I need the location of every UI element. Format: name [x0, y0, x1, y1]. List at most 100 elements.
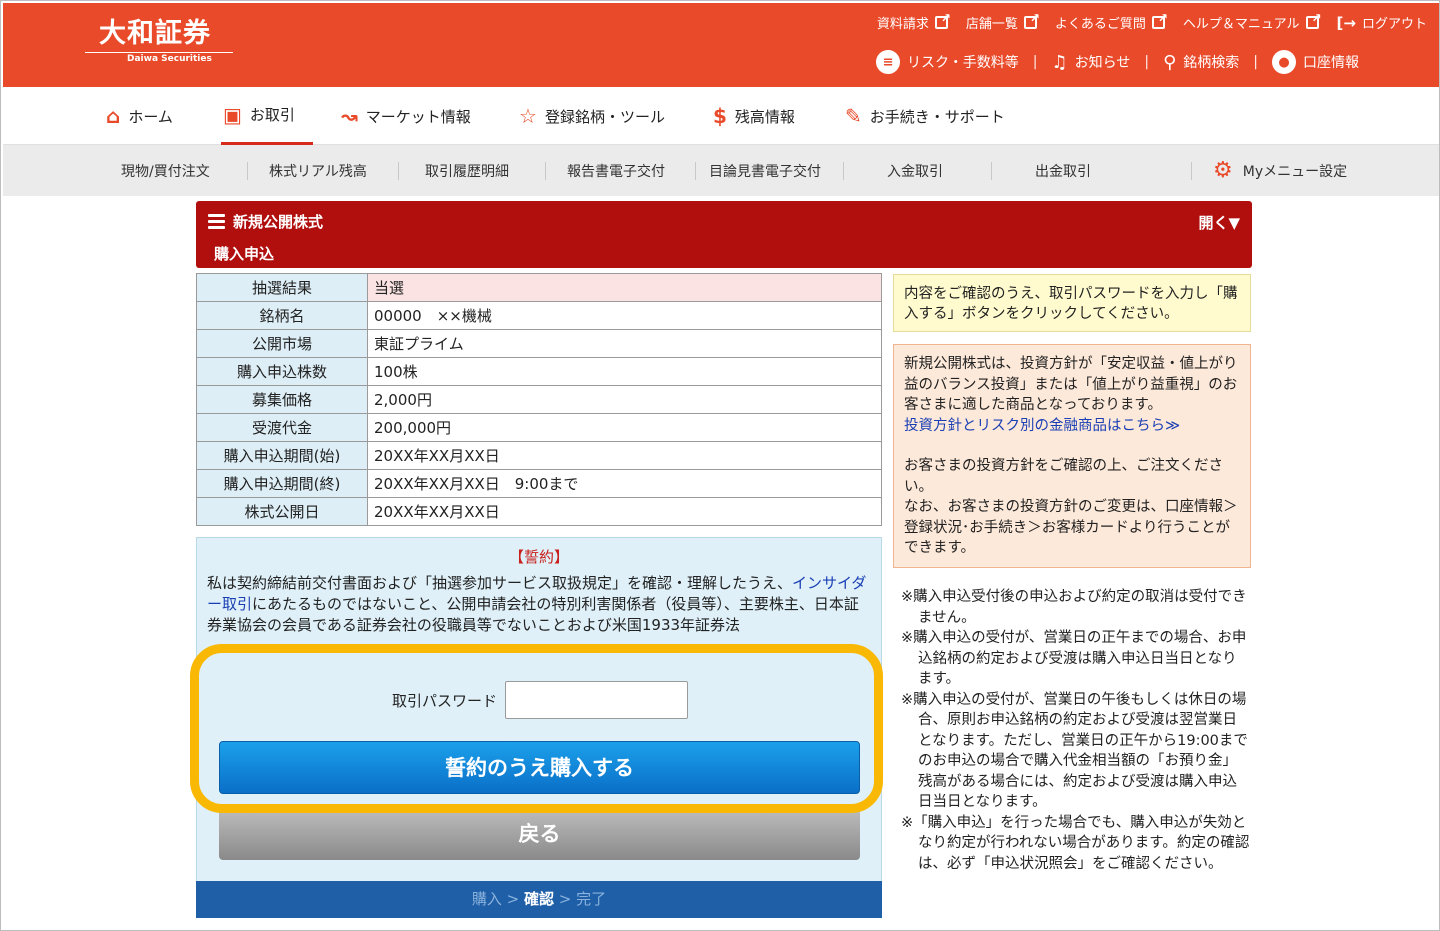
link-document-request[interactable]: 資料請求 — [876, 11, 951, 32]
document-icon: ≡ — [876, 50, 901, 74]
consent-title: 【誓約】 — [508, 548, 569, 566]
info-row: 購入申込期間(終) 20XX年XX月XX日 9:00まで — [196, 469, 882, 498]
info-label: 購入申込株数 — [196, 357, 368, 386]
top-links: 資料請求 店舗一覧 よくあるご質問 ヘルプ＆マニュアル [→ ログアウト — [876, 11, 1427, 33]
external-link-icon — [1023, 11, 1040, 29]
section-title[interactable]: 新規公開株式 — [208, 211, 323, 232]
logout-button[interactable]: [→ ログアウト — [1337, 13, 1427, 33]
back-button[interactable]: 戻る — [219, 808, 860, 860]
my-menu-settings[interactable]: ⚙ Myメニュー設定 — [1213, 145, 1347, 196]
divider — [398, 162, 399, 180]
nav-label: ホーム — [128, 107, 173, 126]
info-label: 抽選結果 — [196, 273, 368, 302]
password-label: 取引パスワード — [391, 691, 497, 710]
divider — [247, 162, 248, 180]
nav-trading[interactable]: ▣ お取引 — [221, 87, 313, 145]
subnav-label: 取引履歴明細 — [425, 163, 509, 180]
divider: | — [1032, 54, 1038, 70]
subnav-report-delivery[interactable]: 報告書電子交付 — [567, 145, 665, 196]
nav-label: お手続き・サポート — [869, 107, 1005, 126]
consent-text-a: 私は契約締結前交付書面および「抽選参加サービス取扱規定」を確認・理解したうえ、 — [207, 574, 793, 592]
nav-registered-tools[interactable]: ☆ 登録銘柄・ツール — [519, 87, 665, 145]
nav-label: マーケット情報 — [365, 107, 471, 126]
step-separator: > — [501, 890, 524, 908]
divider — [545, 162, 546, 180]
info-value: 20XX年XX月XX日 — [367, 497, 882, 526]
header: 大和証券 Daiwa Securities 資料請求 店舗一覧 よくあるご質問 … — [3, 3, 1439, 87]
logo-sub-text: Daiwa Securities — [127, 54, 212, 64]
nav-market-info[interactable]: ↝ マーケット情報 — [341, 87, 471, 145]
step-purchase: 購入 — [471, 890, 502, 908]
section-title-text: 新規公開株式 — [233, 213, 324, 231]
password-input[interactable] — [505, 681, 688, 719]
nav-home[interactable]: ⌂ ホーム — [106, 87, 173, 145]
nav-label: お取引 — [249, 106, 295, 124]
info-label: 募集価格 — [196, 385, 368, 414]
header-second-links: ≡ リスク・手数料等 | ♫ お知らせ | ⚲ 銘柄検索 | ● 口座情報 — [876, 50, 1359, 74]
caution-item: ※購入申込の受付が、営業日の正午までの場合、お申込銘柄の約定および受渡は購入申込… — [901, 630, 1247, 687]
link-help-manual[interactable]: ヘルプ＆マニュアル — [1183, 11, 1322, 32]
logout-label: ログアウト — [1361, 17, 1427, 32]
divider: | — [1253, 54, 1258, 70]
info-label: 公開市場 — [196, 329, 368, 358]
expand-toggle[interactable]: 開く▼ — [1198, 212, 1240, 233]
subnav-prospectus-delivery[interactable]: 目論見書電子交付 — [709, 145, 821, 196]
info-value: 20XX年XX月XX日 — [367, 441, 882, 470]
consent-panel: 【誓約】 私は契約締結前交付書面および「抽選参加サービス取扱規定」を確認・理解し… — [196, 537, 882, 882]
link-branch-list[interactable]: 店舗一覧 — [966, 11, 1040, 32]
gear-icon: ⚙ — [1213, 158, 1233, 183]
subnav-stock-balance[interactable]: 株式リアル残高 — [269, 145, 367, 196]
logo[interactable]: 大和証券 Daiwa Securities — [85, 17, 235, 64]
link-faq[interactable]: よくあるご質問 — [1054, 11, 1168, 32]
policy-change-text: なお、お客さまの投資方針のご変更は、口座情報＞登録状況･お手続き＞お客様カードよ… — [904, 499, 1238, 556]
caution-item: ※「購入申込」を行った場合でも、購入申込が失効となり約定が行われない場合がありま… — [901, 814, 1250, 872]
nav-balance[interactable]: $ 残高情報 — [713, 87, 795, 145]
divider: | — [1144, 54, 1150, 70]
dollar-icon: $ — [713, 104, 727, 128]
subnav-withdrawal[interactable]: 出金取引 — [1035, 145, 1091, 196]
info-value: 2,000円 — [367, 385, 882, 414]
info-row: 購入申込期間(始) 20XX年XX月XX日 — [196, 441, 882, 470]
nav-procedures-support[interactable]: ✎ お手続き・サポート — [845, 87, 1005, 145]
investment-policy-note: 新規公開株式は、投資方針が「安定収益・値上がり益のバランス投資」または「値上がり… — [893, 344, 1251, 568]
info-row: 募集価格 2,000円 — [196, 385, 882, 414]
section-subtitle: 購入申込 — [214, 245, 275, 263]
risk-products-link[interactable]: 投資方針とリスク別の金融商品はこちら≫ — [904, 416, 1240, 437]
bell-icon: ♫ — [1051, 51, 1068, 73]
confirm-purchase-button[interactable]: 誓約のうえ購入する — [219, 741, 860, 794]
link-label: リスク・手数料等 — [907, 55, 1019, 71]
subnav-label: 現物/買付注文 — [121, 163, 210, 180]
sub-nav: 現物/買付注文 株式リアル残高 取引履歴明細 報告書電子交付 目論見書電子交付 … — [3, 145, 1439, 196]
external-link-icon — [1305, 11, 1322, 29]
subnav-trade-history[interactable]: 取引履歴明細 — [425, 145, 509, 196]
info-row: 公開市場 東証プライム — [196, 329, 882, 358]
subnav-label: 目論見書電子交付 — [709, 163, 821, 180]
progress-steps: 購入 > 確認 > 完了 — [196, 881, 882, 918]
link-risk-fees[interactable]: ≡ リスク・手数料等 — [876, 50, 1019, 74]
info-row: 株式公開日 20XX年XX月XX日 — [196, 497, 882, 526]
link-account-info[interactable]: ● 口座情報 — [1272, 50, 1359, 74]
policy-text: 新規公開株式は、投資方針が「安定収益・値上がり益のバランス投資」または「値上がり… — [904, 356, 1238, 413]
ipo-info-table: 抽選結果 当選 銘柄名 00000 ××機械 公開市場 東証プライム 購入申込株数 100株募… — [196, 273, 882, 526]
divider — [843, 162, 844, 180]
step-complete: 完了 — [576, 890, 607, 908]
link-label: 銘柄検索 — [1183, 55, 1240, 71]
subnav-deposit[interactable]: 入金取引 — [887, 145, 943, 196]
consent-text-b: にあたるものではないこと、公開申請会社の特別利害関係者（役員等）、主要株主、日本… — [207, 595, 859, 634]
trade-icon: ▣ — [223, 102, 242, 127]
main-nav: ⌂ ホーム ▣ お取引 ↝ マーケット情報 ☆ 登録銘柄・ツール $ 残高情報 ✎ お手続き… — [3, 87, 1439, 145]
step-confirm: 確認 — [523, 890, 554, 908]
subnav-spot-order[interactable]: 現物/買付注文 — [121, 145, 210, 196]
link-label: 資料請求 — [876, 17, 929, 32]
user-icon: ● — [1272, 50, 1296, 74]
link-notice[interactable]: ♫ お知らせ — [1052, 52, 1131, 73]
link-stock-search[interactable]: ⚲ 銘柄検索 — [1163, 52, 1239, 73]
chart-icon: ↝ — [341, 104, 358, 128]
pen-icon: ✎ — [845, 104, 862, 128]
subnav-label: 株式リアル残高 — [269, 163, 367, 180]
info-label: 受渡代金 — [196, 413, 368, 442]
link-label: 口座情報 — [1303, 55, 1359, 71]
link-label: よくあるご質問 — [1054, 17, 1146, 32]
caution-item: ※購入申込受付後の申込および約定の取消は受付できません。 — [901, 589, 1247, 626]
